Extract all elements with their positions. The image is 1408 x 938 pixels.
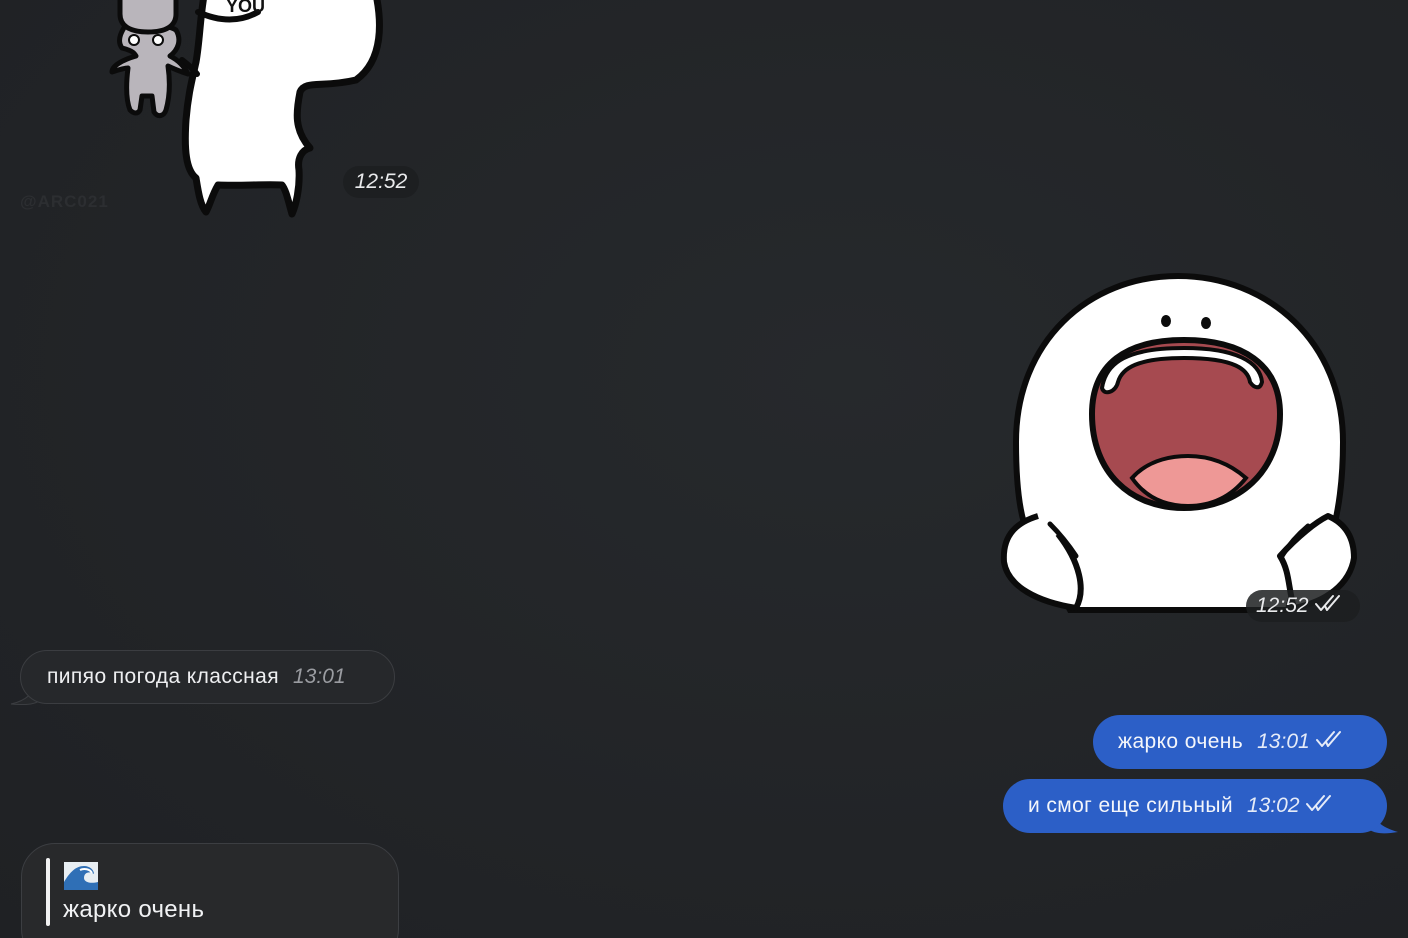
message-time: 13:02 bbox=[1246, 794, 1300, 817]
message-time: 12:52 bbox=[1256, 594, 1309, 617]
incoming-message[interactable]: пипяо погода классная 13:01 bbox=[20, 650, 395, 704]
outgoing-sticker[interactable] bbox=[998, 272, 1360, 614]
quote-bar bbox=[46, 858, 50, 926]
outgoing-message[interactable]: и смог еще сильный 13:02 bbox=[1003, 779, 1387, 833]
message-time: 13:01 bbox=[293, 665, 346, 688]
message-time: 12:52 bbox=[354, 170, 408, 193]
sticker-watermark: @ARC021 bbox=[20, 192, 109, 211]
reply-message[interactable]: жарко очень bbox=[21, 843, 399, 938]
outgoing-message[interactable]: жарко очень 13:01 bbox=[1093, 715, 1387, 769]
message-text: жарко очень bbox=[1118, 730, 1244, 753]
chat-area: YOU @ARC021 12:52 12:52 пипяо погода кла… bbox=[0, 0, 1408, 938]
double-check-icon bbox=[1314, 594, 1345, 618]
wave-emoji-icon bbox=[64, 862, 98, 890]
sticker-out-time: 12:52 bbox=[1246, 590, 1360, 622]
screaming-ghost-sticker-icon bbox=[1000, 272, 1357, 613]
you-badge-label: YOU bbox=[226, 0, 266, 16]
message-text: и смог еще сильный bbox=[1028, 794, 1233, 817]
double-check-icon bbox=[1315, 730, 1346, 754]
sticker-in-time: 12:52 bbox=[343, 166, 419, 198]
message-text: пипяо погода классная bbox=[47, 665, 279, 688]
double-check-icon bbox=[1305, 794, 1336, 818]
message-time: 13:01 bbox=[1257, 730, 1310, 753]
quoted-text: жарко очень bbox=[63, 896, 205, 923]
